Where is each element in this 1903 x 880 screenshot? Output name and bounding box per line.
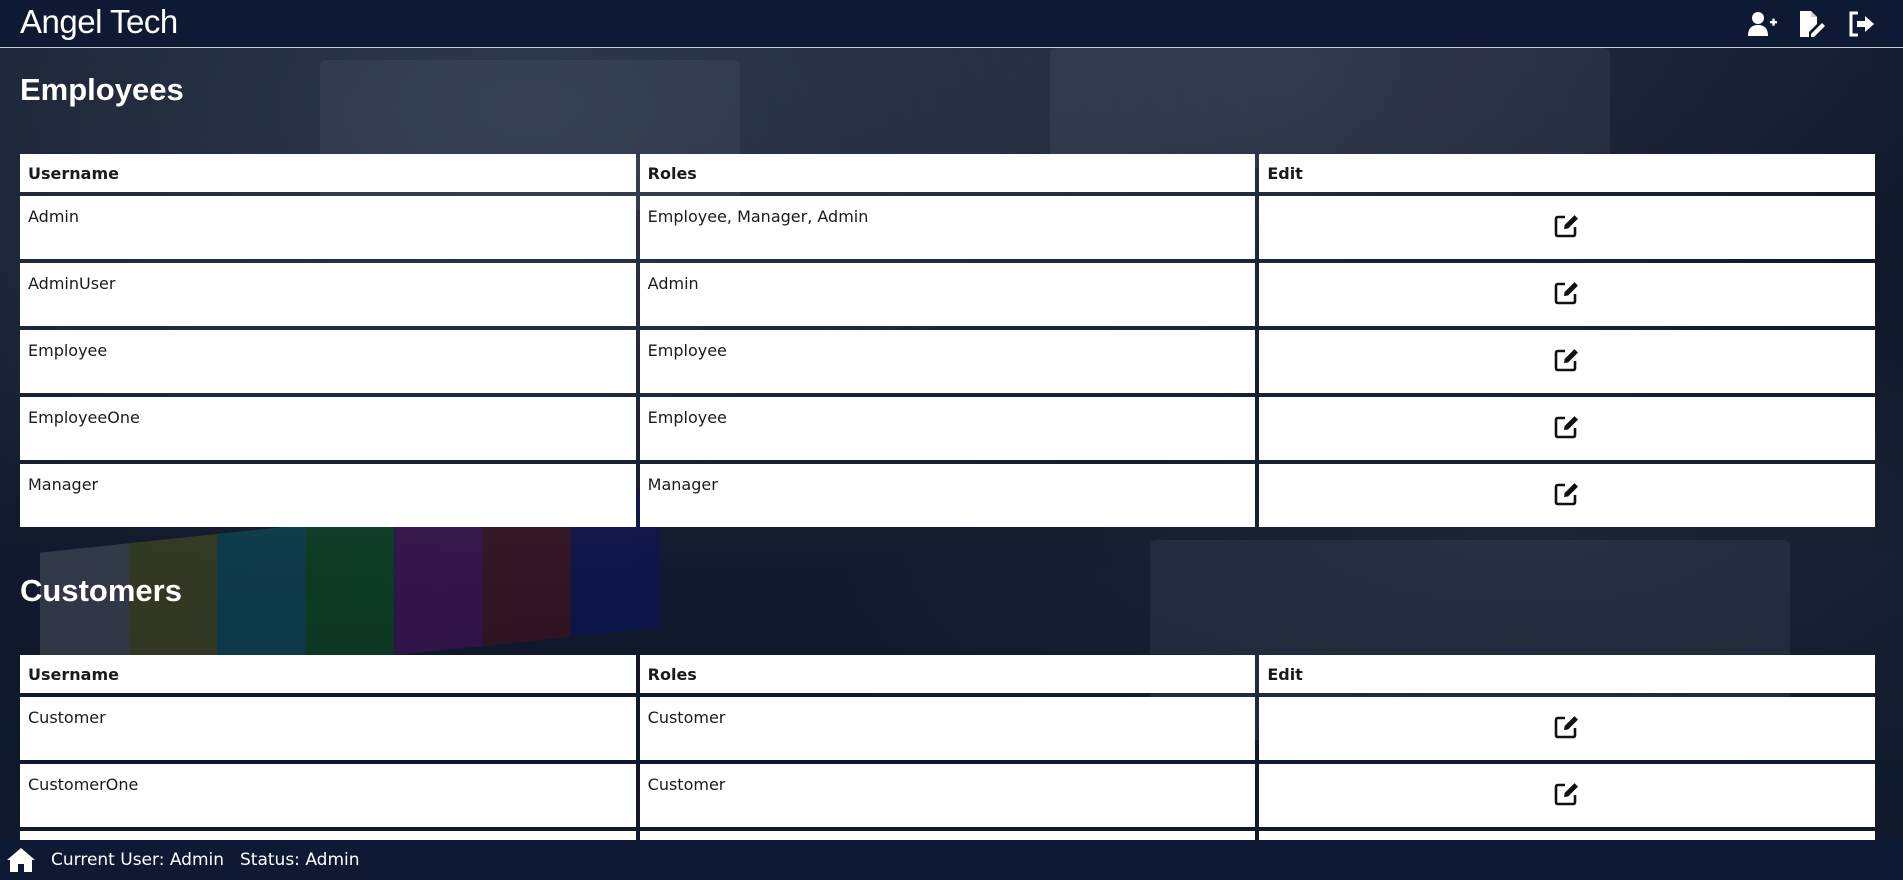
edit-icon[interactable] xyxy=(1554,214,1580,238)
edit-document-icon[interactable] xyxy=(1797,10,1827,38)
employees-heading: Employees xyxy=(20,72,184,107)
edit-icon[interactable] xyxy=(1554,715,1580,739)
current-user-label: Current User: Admin xyxy=(51,850,225,870)
username-cell: Admin xyxy=(20,196,636,259)
edit-icon[interactable] xyxy=(1554,281,1580,305)
table-row: EmployeeOne Employee xyxy=(20,397,1875,460)
edit-cell xyxy=(1259,196,1875,259)
edit-cell xyxy=(1259,697,1875,760)
edit-cell xyxy=(1259,764,1875,827)
column-header-edit: Edit xyxy=(1259,655,1875,693)
customers-table: Username Roles Edit Customer Customer Cu… xyxy=(20,651,1879,855)
roles-cell: Customer xyxy=(639,697,1256,760)
brand-title[interactable]: Angel Tech xyxy=(20,3,178,41)
edit-cell xyxy=(1259,464,1875,527)
main-content: Employees Username Roles Edit Admin Empl… xyxy=(20,48,1883,855)
column-header-username: Username xyxy=(20,154,636,192)
roles-cell: Admin xyxy=(639,263,1256,326)
roles-cell: Customer xyxy=(639,764,1256,827)
home-icon[interactable] xyxy=(6,846,36,874)
roles-cell: Manager xyxy=(639,464,1256,527)
roles-cell: Employee xyxy=(639,330,1256,393)
customers-heading: Customers xyxy=(20,573,182,608)
top-actions xyxy=(1747,10,1877,38)
logout-icon[interactable] xyxy=(1847,10,1877,38)
table-row: Manager Manager xyxy=(20,464,1875,527)
username-cell: Customer xyxy=(20,697,636,760)
table-row: CustomerOne Customer xyxy=(20,764,1875,827)
status-label: Status: Admin xyxy=(240,850,360,870)
add-user-icon[interactable] xyxy=(1747,10,1777,38)
table-row: Customer Customer xyxy=(20,697,1875,760)
edit-icon[interactable] xyxy=(1554,348,1580,372)
username-cell: AdminUser xyxy=(20,263,636,326)
column-header-roles: Roles xyxy=(639,154,1256,192)
edit-icon[interactable] xyxy=(1554,415,1580,439)
table-row: Employee Employee xyxy=(20,330,1875,393)
roles-cell: Employee, Manager, Admin xyxy=(639,196,1256,259)
table-header-row: Username Roles Edit xyxy=(20,154,1875,192)
table-row: AdminUser Admin xyxy=(20,263,1875,326)
roles-cell: Employee xyxy=(639,397,1256,460)
column-header-edit: Edit xyxy=(1259,154,1875,192)
table-header-row: Username Roles Edit xyxy=(20,655,1875,693)
top-navbar: Angel Tech xyxy=(0,0,1903,48)
customers-scroll-area: Username Roles Edit Customer Customer Cu… xyxy=(20,611,1883,855)
edit-icon[interactable] xyxy=(1554,482,1580,506)
status-footer: Current User: Admin Status: Admin xyxy=(0,840,1903,880)
edit-icon[interactable] xyxy=(1554,782,1580,806)
column-header-username: Username xyxy=(20,655,636,693)
edit-cell xyxy=(1259,397,1875,460)
username-cell: Manager xyxy=(20,464,636,527)
edit-cell xyxy=(1259,330,1875,393)
table-row: Admin Employee, Manager, Admin xyxy=(20,196,1875,259)
employees-table: Username Roles Edit Admin Employee, Mana… xyxy=(16,150,1879,531)
username-cell: EmployeeOne xyxy=(20,397,636,460)
username-cell: Employee xyxy=(20,330,636,393)
username-cell: CustomerOne xyxy=(20,764,636,827)
edit-cell xyxy=(1259,263,1875,326)
column-header-roles: Roles xyxy=(639,655,1256,693)
